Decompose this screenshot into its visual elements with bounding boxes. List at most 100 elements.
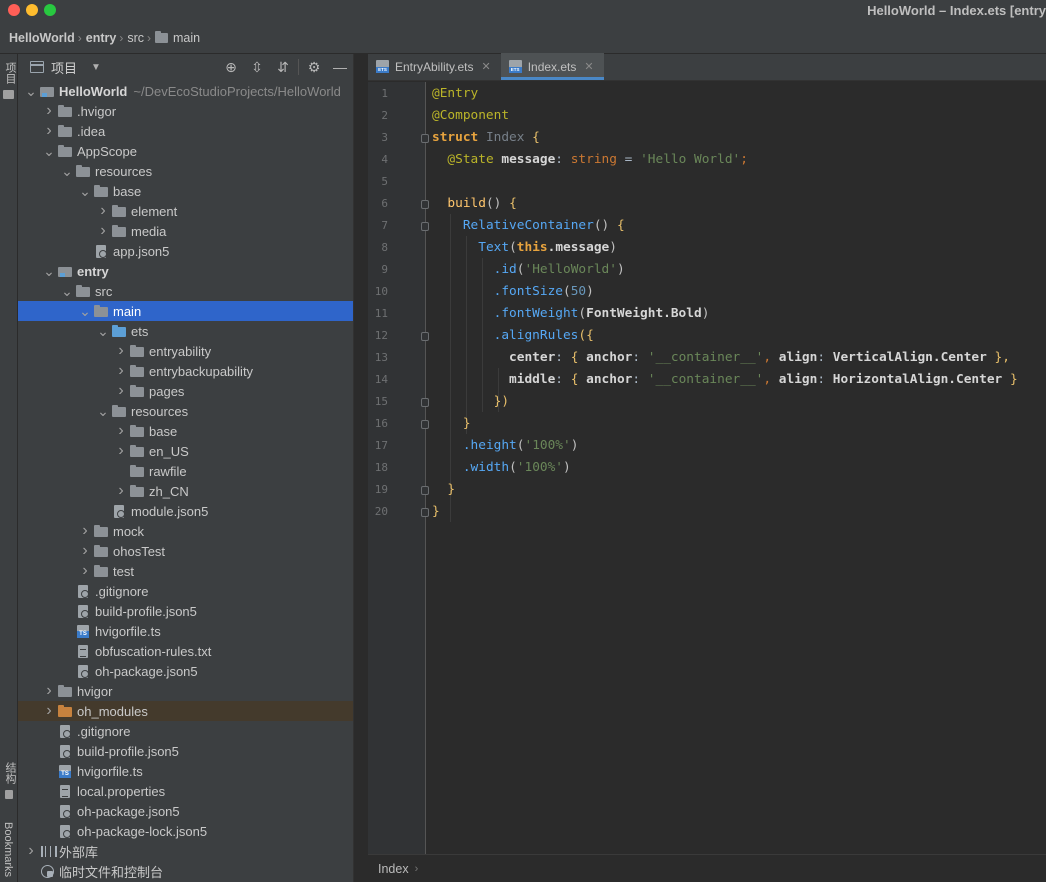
minimize-window-button[interactable]: [26, 4, 38, 16]
tree-item[interactable]: hvigorfile.ts: [18, 621, 353, 641]
folder-icon: [130, 444, 144, 458]
structure-tool-button[interactable]: 结构: [2, 762, 18, 784]
tree-item[interactable]: local.properties: [18, 781, 353, 801]
fold-marker-icon[interactable]: [421, 222, 429, 231]
fold-marker-icon[interactable]: [421, 420, 429, 429]
tree-item[interactable]: ⌄ entry: [18, 261, 353, 281]
chevron-right-icon[interactable]: ›: [42, 122, 56, 140]
tree-item[interactable]: › hvigor: [18, 681, 353, 701]
tree-item[interactable]: .gitignore: [18, 721, 353, 741]
chevron-right-icon[interactable]: ›: [24, 842, 38, 860]
chevron-right-icon[interactable]: ›: [78, 542, 92, 560]
locate-icon[interactable]: ⊕: [218, 54, 244, 80]
tree-item[interactable]: › oh_modules: [18, 701, 353, 721]
typescript-file-icon: [76, 624, 90, 638]
chevron-right-icon[interactable]: ›: [42, 102, 56, 120]
tree-item[interactable]: obfuscation-rules.txt: [18, 641, 353, 661]
chevron-right-icon[interactable]: ›: [114, 482, 128, 500]
close-icon[interactable]: ✕: [481, 60, 490, 73]
chevron-down-icon[interactable]: ⌄: [60, 284, 74, 298]
breadcrumb-item[interactable]: entry: [86, 31, 117, 45]
chevron-down-icon[interactable]: ▼: [91, 62, 101, 73]
project-panel-title[interactable]: 项目: [51, 58, 77, 77]
chevron-right-icon[interactable]: ›: [78, 562, 92, 580]
chevron-right-icon[interactable]: ›: [96, 222, 110, 240]
tree-item[interactable]: ⌄ resources: [18, 401, 353, 421]
tree-item[interactable]: ⌄ main: [18, 301, 353, 321]
tree-item[interactable]: oh-package-lock.json5: [18, 821, 353, 841]
chevron-down-icon[interactable]: ⌄: [60, 164, 74, 178]
chevron-right-icon[interactable]: ›: [114, 362, 128, 380]
chevron-right-icon[interactable]: ›: [114, 442, 128, 460]
tree-item[interactable]: ⌄ ets: [18, 321, 353, 341]
chevron-down-icon[interactable]: ⌄: [24, 84, 38, 98]
tree-item[interactable]: › .hvigor: [18, 101, 353, 121]
fold-marker-icon[interactable]: [421, 134, 429, 143]
zoom-window-button[interactable]: [44, 4, 56, 16]
bookmarks-tool-button[interactable]: Bookmarks: [2, 822, 14, 877]
chevron-right-icon[interactable]: ›: [42, 702, 56, 720]
tree-item[interactable]: ⌄ base: [18, 181, 353, 201]
ets-file-icon: [376, 60, 389, 73]
gear-icon[interactable]: ⚙: [301, 54, 327, 80]
fold-marker-icon[interactable]: [421, 508, 429, 517]
expand-all-icon[interactable]: ⇳: [244, 54, 270, 80]
chevron-right-icon[interactable]: ›: [114, 422, 128, 440]
tree-item[interactable]: ⌄ resources: [18, 161, 353, 181]
tree-item[interactable]: › zh_CN: [18, 481, 353, 501]
chevron-right-icon[interactable]: ›: [42, 682, 56, 700]
tree-item[interactable]: ⌄ src: [18, 281, 353, 301]
tree-item[interactable]: › en_US: [18, 441, 353, 461]
chevron-down-icon[interactable]: ⌄: [42, 144, 56, 158]
chevron-down-icon[interactable]: ⌄: [78, 304, 92, 318]
tree-item[interactable]: oh-package.json5: [18, 661, 353, 681]
tree-item[interactable]: › entrybackupability: [18, 361, 353, 381]
breadcrumb-item[interactable]: HelloWorld: [9, 31, 75, 45]
tree-item[interactable]: › 外部库: [18, 841, 353, 861]
tree-item[interactable]: ⌄ AppScope: [18, 141, 353, 161]
tree-item[interactable]: hvigorfile.ts: [18, 761, 353, 781]
collapse-all-icon[interactable]: ⇵: [270, 54, 296, 80]
tree-item[interactable]: › mock: [18, 521, 353, 541]
chevron-down-icon[interactable]: ⌄: [42, 264, 56, 278]
code-editor[interactable]: @Entry @Component struct Index { @State me…: [432, 82, 1046, 854]
tab-index[interactable]: Index.ets ✕: [500, 53, 604, 80]
fold-marker-icon[interactable]: [421, 398, 429, 407]
chevron-right-icon[interactable]: ›: [96, 202, 110, 220]
chevron-right-icon[interactable]: ›: [78, 522, 92, 540]
status-breadcrumb[interactable]: Index: [378, 862, 409, 876]
tree-item[interactable]: build-profile.json5: [18, 741, 353, 761]
tree-item[interactable]: › test: [18, 561, 353, 581]
project-tool-button[interactable]: 项目: [2, 62, 18, 84]
tree-item[interactable]: › entryability: [18, 341, 353, 361]
tree-item[interactable]: › ohosTest: [18, 541, 353, 561]
tree-item[interactable]: › element: [18, 201, 353, 221]
chevron-down-icon[interactable]: ⌄: [78, 184, 92, 198]
close-window-button[interactable]: [8, 4, 20, 16]
fold-marker-icon[interactable]: [421, 486, 429, 495]
tree-item[interactable]: 临时文件和控制台: [18, 861, 353, 881]
breadcrumb-item[interactable]: src: [127, 31, 144, 45]
tree-item[interactable]: oh-package.json5: [18, 801, 353, 821]
minimize-icon[interactable]: —: [327, 54, 353, 80]
tab-entryability[interactable]: EntryAbility.ets ✕: [368, 53, 501, 80]
close-icon[interactable]: ✕: [584, 60, 593, 73]
tree-item[interactable]: build-profile.json5: [18, 601, 353, 621]
tree-item[interactable]: app.json5: [18, 241, 353, 261]
chevron-right-icon[interactable]: ›: [114, 382, 128, 400]
tree-item-label: main: [113, 303, 142, 319]
fold-marker-icon[interactable]: [421, 200, 429, 209]
tree-item[interactable]: rawfile: [18, 461, 353, 481]
chevron-down-icon[interactable]: ⌄: [96, 404, 110, 418]
tree-item[interactable]: › pages: [18, 381, 353, 401]
chevron-down-icon[interactable]: ⌄: [96, 324, 110, 338]
tree-item[interactable]: › media: [18, 221, 353, 241]
chevron-right-icon[interactable]: ›: [114, 342, 128, 360]
tree-item[interactable]: ⌄ HelloWorld ~/DevEcoStudioProjects/HelloW…: [18, 81, 353, 101]
breadcrumb-item[interactable]: main: [155, 30, 200, 45]
tree-item[interactable]: › base: [18, 421, 353, 441]
tree-item[interactable]: › .idea: [18, 121, 353, 141]
fold-marker-icon[interactable]: [421, 332, 429, 341]
tree-item[interactable]: .gitignore: [18, 581, 353, 601]
tree-item[interactable]: module.json5: [18, 501, 353, 521]
